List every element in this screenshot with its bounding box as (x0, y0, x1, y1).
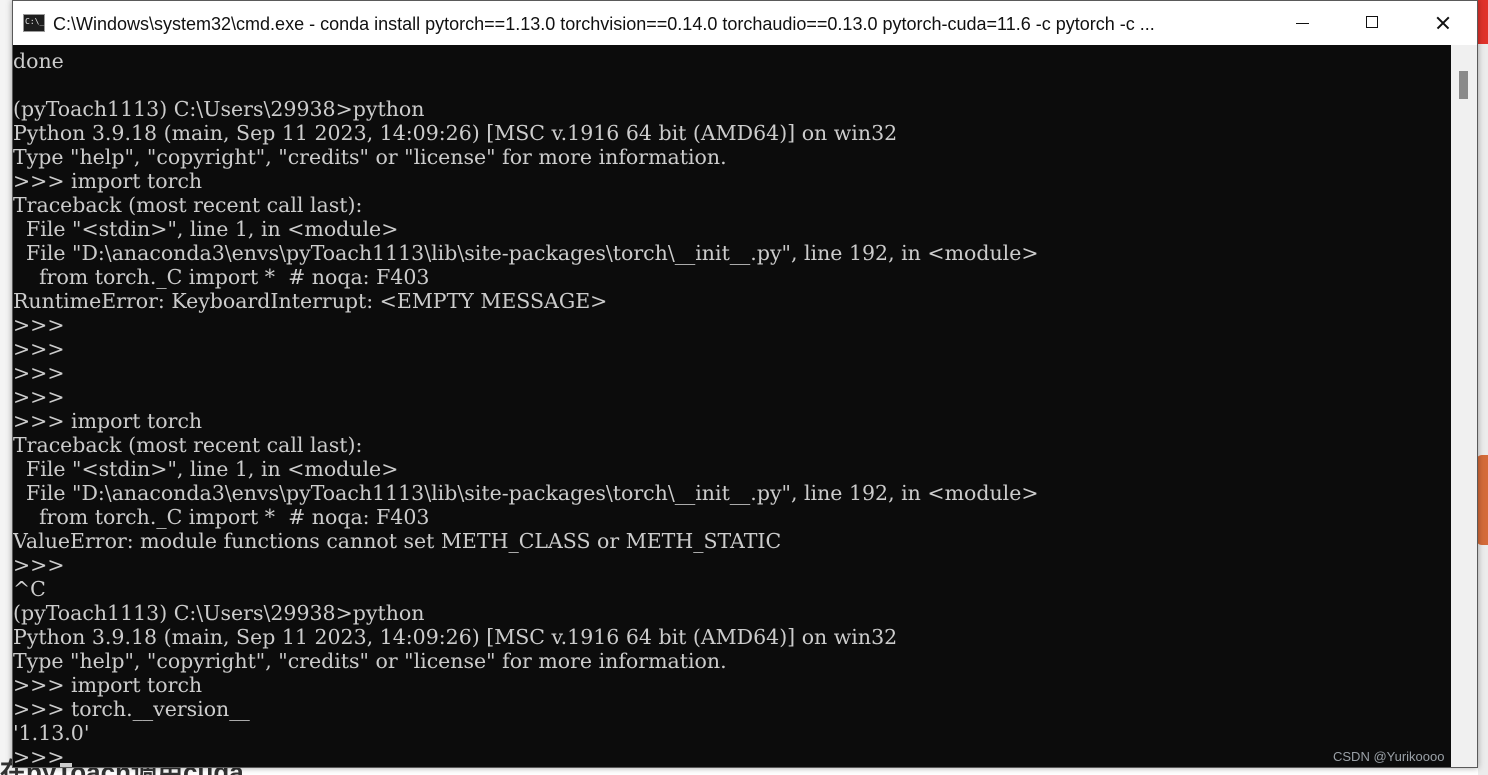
console-output[interactable]: done (pyToach1113) C:\Users\29938>python P… (13, 45, 1451, 767)
console-line: >>> (13, 337, 65, 361)
background-right-strip (1478, 0, 1488, 775)
console-line: (pyToach1113) C:\Users\29938>python (13, 601, 425, 625)
console-line: Traceback (most recent call last): (13, 193, 363, 217)
console-line: >>> import torch (13, 673, 203, 697)
text-cursor (60, 763, 72, 767)
console-line: >>> import torch (13, 409, 203, 433)
console-line: from torch._C import * # noqa: F403 (13, 265, 430, 289)
minimize-button[interactable] (1267, 1, 1337, 45)
console-line: Type "help", "copyright", "credits" or "… (13, 145, 727, 169)
background-left-strip (0, 0, 12, 775)
console-line: >>> (13, 385, 65, 409)
console-line: RuntimeError: KeyboardInterrupt: <EMPTY … (13, 289, 608, 313)
title-bar[interactable]: C:\Windows\system32\cmd.exe - conda inst… (13, 1, 1477, 45)
cmd-icon[interactable] (23, 14, 45, 32)
console-line: >>> import torch (13, 169, 203, 193)
console-line: File "<stdin>", line 1, in <module> (13, 457, 399, 481)
console-line: >>> (13, 313, 65, 337)
cmd-window[interactable]: C:\Windows\system32\cmd.exe - conda inst… (12, 0, 1478, 768)
close-button[interactable] (1407, 1, 1477, 45)
console-lines: done (pyToach1113) C:\Users\29938>python P… (13, 49, 1039, 767)
console-line: File "<stdin>", line 1, in <module> (13, 217, 399, 241)
console-line: >>> (13, 361, 65, 385)
console-line: Traceback (most recent call last): (13, 433, 363, 457)
console-line: Python 3.9.18 (main, Sep 11 2023, 14:09:… (13, 121, 898, 145)
console-line: from torch._C import * # noqa: F403 (13, 505, 430, 529)
console-line: >>> torch.__version__ (13, 697, 250, 721)
console-line: ^C (13, 577, 46, 601)
console-line: Python 3.9.18 (main, Sep 11 2023, 14:09:… (13, 625, 898, 649)
maximize-button[interactable] (1337, 1, 1407, 45)
console-line: '1.13.0' (13, 721, 90, 745)
console-line: done (13, 49, 64, 73)
console-line: Type "help", "copyright", "credits" or "… (13, 649, 727, 673)
console-line: >>> (13, 553, 65, 577)
console-line: File "D:\anaconda3\envs\pyToach1113\lib\… (13, 481, 1039, 505)
console-line: (pyToach1113) C:\Users\29938>python (13, 97, 425, 121)
console-line: >>> (13, 745, 65, 767)
scrollbar-thumb[interactable] (1459, 71, 1468, 99)
console-line: File "D:\anaconda3\envs\pyToach1113\lib\… (13, 241, 1039, 265)
window-title: C:\Windows\system32\cmd.exe - conda inst… (53, 14, 1155, 34)
background-red-tab (1478, 0, 1488, 44)
vertical-scrollbar[interactable] (1451, 45, 1477, 767)
csdn-watermark: CSDN @Yurikoooo (1333, 749, 1445, 764)
console-line: ValueError: module functions cannot set … (13, 529, 782, 553)
